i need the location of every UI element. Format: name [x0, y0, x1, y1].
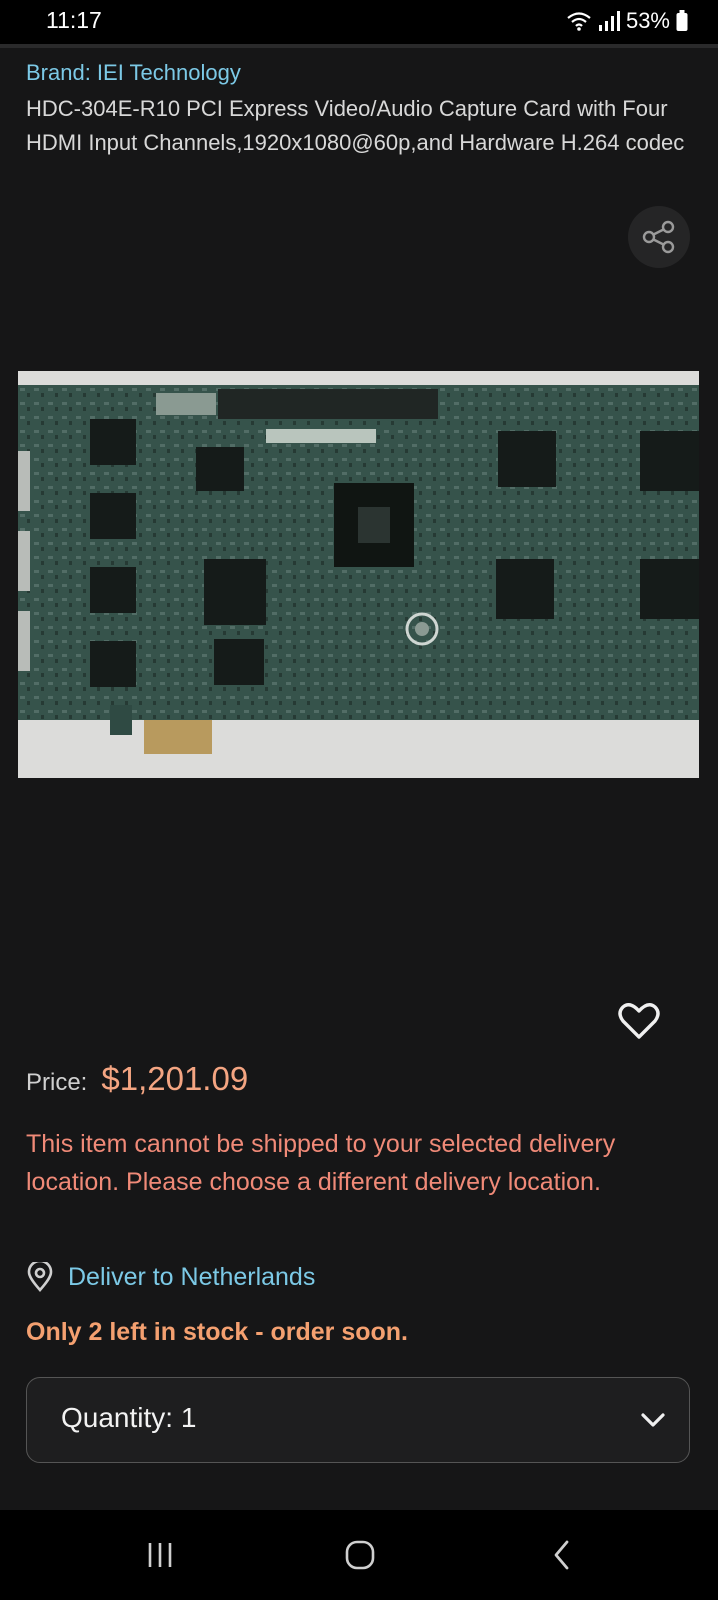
price-value: $1,201.09 — [101, 1060, 249, 1097]
quantity-value: 1 — [180, 1402, 197, 1433]
product-image[interactable] — [18, 371, 699, 778]
recent-apps-icon — [148, 1543, 172, 1567]
share-button[interactable] — [628, 206, 690, 268]
location-pin-icon — [27, 1262, 53, 1292]
header-divider — [0, 44, 718, 48]
battery-percent: 53% — [625, 8, 670, 33]
signal-icon — [598, 11, 620, 31]
price-row: Price: $1,201.09 — [26, 1060, 248, 1098]
chevron-down-icon — [641, 1413, 665, 1427]
status-bar: 11:17 53% — [0, 0, 718, 44]
wifi-icon — [567, 12, 591, 31]
back-button[interactable] — [532, 1532, 592, 1578]
recent-apps-button[interactable] — [130, 1532, 190, 1578]
share-icon — [642, 220, 675, 254]
deliver-to-link[interactable]: Deliver to Netherlands — [26, 1262, 315, 1292]
stock-message: Only 2 left in stock - order soon. — [26, 1318, 409, 1346]
quantity-caption: Quantity: — [61, 1402, 174, 1433]
quantity-select[interactable]: Quantity: 1 — [26, 1377, 690, 1463]
price-label: Price: — [26, 1069, 88, 1096]
home-button[interactable] — [330, 1532, 390, 1578]
battery-icon — [676, 10, 688, 31]
capture-card-photo — [18, 371, 699, 778]
status-time: 11:17 — [46, 7, 102, 33]
navigation-bar — [0, 1510, 718, 1600]
wishlist-heart-icon[interactable] — [618, 1002, 660, 1040]
status-icons: 53% — [566, 8, 688, 34]
back-icon — [554, 1540, 569, 1570]
product-title: HDC-304E-R10 PCI Express Video/Audio Cap… — [26, 96, 685, 155]
home-icon — [345, 1540, 375, 1570]
deliver-to-label: Deliver to Netherlands — [68, 1262, 316, 1291]
shipping-warning: This item cannot be shipped to your sele… — [26, 1130, 616, 1196]
quantity-label: Quantity: 1 — [61, 1402, 196, 1434]
brand-link[interactable]: Brand: IEI Technology — [26, 60, 241, 86]
